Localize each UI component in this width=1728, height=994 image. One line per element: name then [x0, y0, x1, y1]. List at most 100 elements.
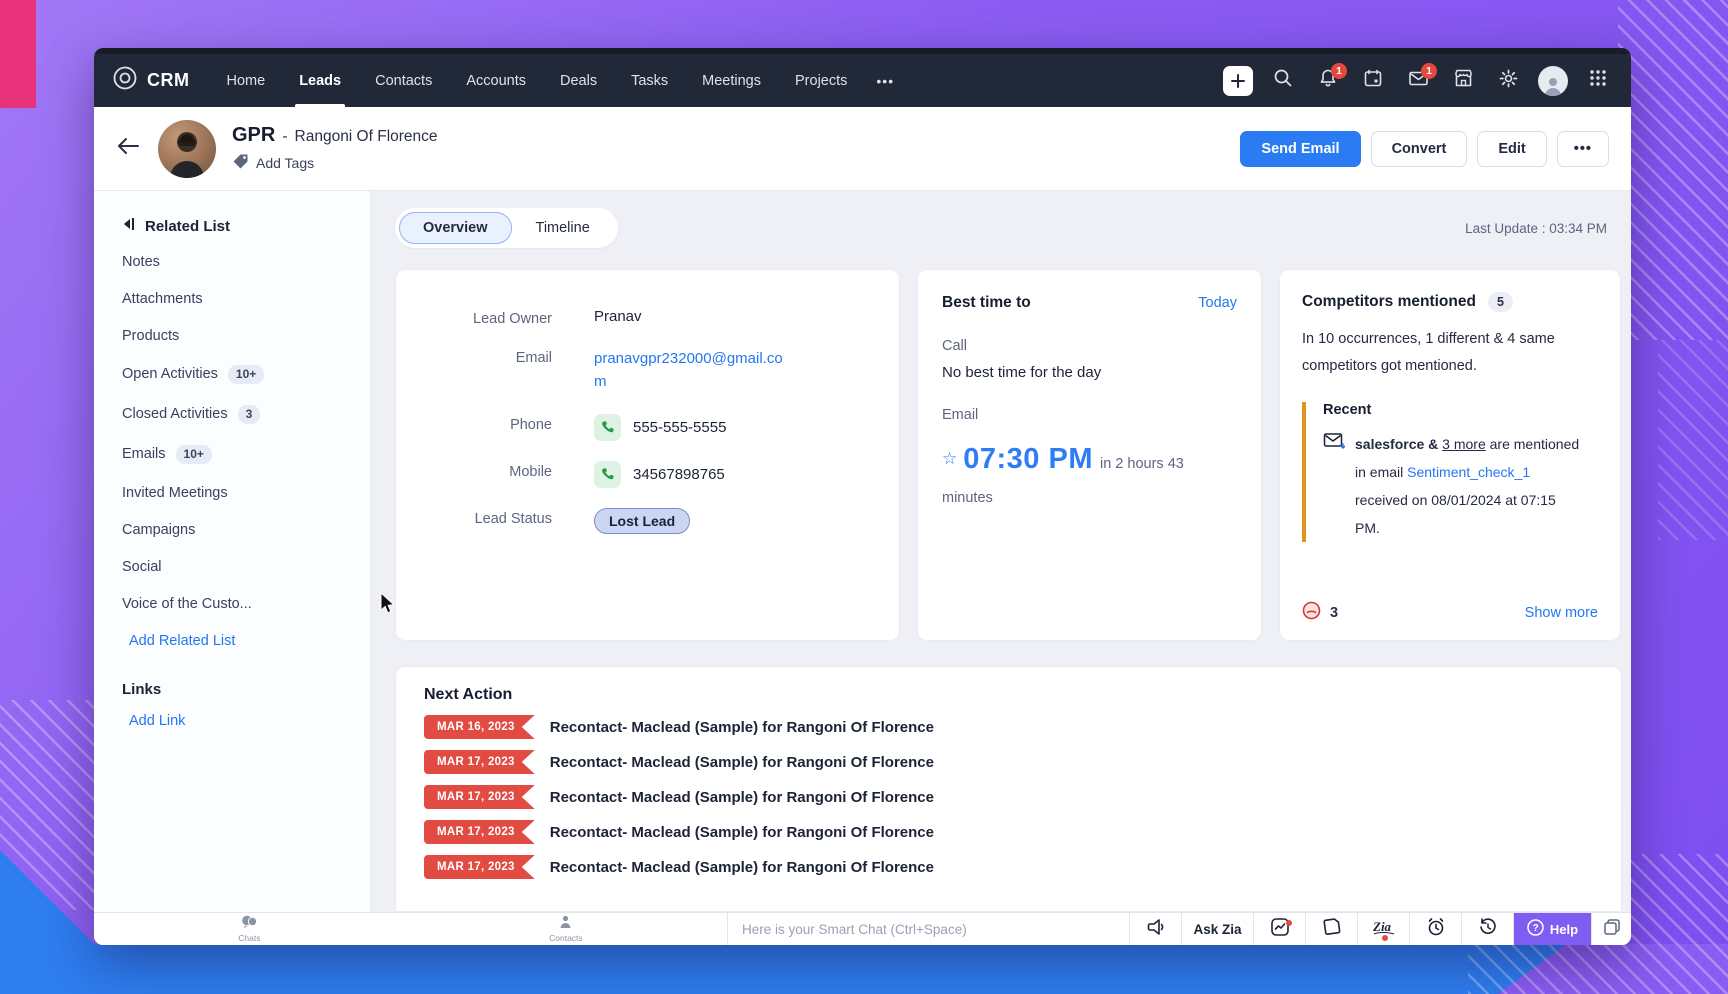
recent-mention-block: Recent salesforce & 3 more are mentioned… — [1302, 402, 1598, 542]
negative-sentiment-counter[interactable]: 3 — [1302, 601, 1338, 624]
sidebar-item-label: Notes — [122, 254, 160, 270]
email-link[interactable]: pranavgpr232000@gmail.com — [594, 347, 784, 394]
field-lead-owner: Lead Owner Pranav — [396, 308, 899, 327]
crm-brand[interactable]: CRM — [112, 54, 190, 107]
sidebar-item-label: Invited Meetings — [122, 485, 228, 501]
next-action-text[interactable]: Recontact- Maclead (Sample) for Rangoni … — [550, 859, 934, 876]
related-list-header: Related List — [122, 211, 356, 243]
nav-item-projects[interactable]: Projects — [778, 54, 864, 107]
more-actions-button[interactable]: ••• — [1557, 131, 1609, 167]
collapse-panel-icon[interactable] — [122, 217, 135, 235]
next-action-row[interactable]: MAR 16, 2023 Recontact- Maclead (Sample)… — [424, 715, 1593, 739]
call-mobile-button[interactable] — [594, 461, 621, 488]
nav-item-accounts[interactable]: Accounts — [449, 54, 543, 107]
mobile-value[interactable]: 34567898765 — [633, 466, 725, 483]
copy-stack-button[interactable] — [1591, 913, 1631, 945]
phone-value[interactable]: 555-555-5555 — [633, 419, 726, 436]
next-action-text[interactable]: Recontact- Maclead (Sample) for Rangoni … — [550, 719, 934, 736]
sidebar-item-campaigns[interactable]: Campaigns — [122, 511, 356, 548]
sidebar-item-voice-of-customer[interactable]: Voice of the Custo... — [122, 585, 356, 622]
settings-button[interactable] — [1489, 62, 1527, 100]
zia-insights-button[interactable] — [1253, 913, 1305, 945]
show-more-link[interactable]: Show more — [1525, 605, 1598, 621]
sidebar-item-label: Campaigns — [122, 522, 195, 538]
call-best-time-value: No best time for the day — [942, 364, 1237, 381]
nav-item-home[interactable]: Home — [210, 54, 283, 107]
reminders-button[interactable] — [1409, 913, 1461, 945]
sidebar-item-products[interactable]: Products — [122, 317, 356, 354]
desktop-background: CRM Home Leads Contacts Accounts Deals T… — [0, 0, 1728, 994]
help-button[interactable]: ? Help — [1513, 913, 1591, 945]
mail-button[interactable]: 1 — [1399, 62, 1437, 100]
add-tags-control[interactable]: Add Tags — [232, 153, 438, 173]
sidebar-item-attachments[interactable]: Attachments — [122, 280, 356, 317]
bottom-smart-chat-bar: Chats Contacts Ask Zia — [94, 912, 1631, 945]
sidebar-item-invited-meetings[interactable]: Invited Meetings — [122, 474, 356, 511]
record-header: GPR - Rangoni Of Florence Add Tags Send … — [94, 107, 1631, 191]
notes-button[interactable] — [1305, 913, 1357, 945]
back-button[interactable] — [116, 136, 140, 161]
chats-shortcut[interactable]: Chats — [238, 915, 260, 943]
sidebar-item-open-activities[interactable]: Open Activities10+ — [122, 354, 356, 394]
send-email-button[interactable]: Send Email — [1240, 131, 1360, 167]
next-action-text[interactable]: Recontact- Maclead (Sample) for Rangoni … — [550, 789, 934, 806]
apps-grid-button[interactable] — [1579, 62, 1617, 100]
mention-text: salesforce & 3 more are mentioned in ema… — [1355, 430, 1583, 542]
tab-timeline[interactable]: Timeline — [512, 212, 614, 244]
next-action-text[interactable]: Recontact- Maclead (Sample) for Rangoni … — [550, 824, 934, 841]
user-avatar — [1538, 66, 1568, 96]
call-phone-button[interactable] — [594, 414, 621, 441]
smart-chat-input[interactable] — [742, 922, 1115, 937]
next-action-text[interactable]: Recontact- Maclead (Sample) for Rangoni … — [550, 754, 934, 771]
mention-email-link[interactable]: Sentiment_check_1 — [1407, 464, 1530, 480]
edit-button[interactable]: Edit — [1477, 131, 1546, 167]
nav-item-meetings[interactable]: Meetings — [685, 54, 778, 107]
contacts-person-icon — [559, 915, 572, 933]
tab-overview[interactable]: Overview — [399, 212, 512, 244]
user-avatar-button[interactable] — [1534, 62, 1572, 100]
next-action-row[interactable]: MAR 17, 2023 Recontact- Maclead (Sample)… — [424, 750, 1593, 774]
history-button[interactable] — [1461, 913, 1513, 945]
calendar-button[interactable] — [1354, 62, 1392, 100]
contacts-shortcut[interactable]: Contacts — [549, 915, 583, 943]
marketplace-button[interactable] — [1444, 62, 1482, 100]
nav-item-leads[interactable]: Leads — [282, 54, 358, 107]
next-action-row[interactable]: MAR 17, 2023 Recontact- Maclead (Sample)… — [424, 820, 1593, 844]
add-link-link[interactable]: Add Link — [122, 702, 356, 739]
store-icon — [1453, 68, 1474, 94]
related-list-title: Related List — [145, 218, 230, 235]
zia-signature-button[interactable]: Zia — [1357, 913, 1409, 945]
sidebar-item-notes[interactable]: Notes — [122, 243, 356, 280]
next-action-row[interactable]: MAR 17, 2023 Recontact- Maclead (Sample)… — [424, 855, 1593, 879]
calendar-icon — [1363, 68, 1383, 93]
sidebar-item-label: Social — [122, 559, 162, 575]
ask-zia-button[interactable]: Ask Zia — [1181, 913, 1253, 945]
nav-item-tasks[interactable]: Tasks — [614, 54, 685, 107]
nav-item-deals[interactable]: Deals — [543, 54, 614, 107]
mention-tail: received on 08/01/2024 at 07:15 PM. — [1355, 492, 1556, 536]
sidebar-item-closed-activities[interactable]: Closed Activities3 — [122, 394, 356, 434]
search-button[interactable] — [1264, 62, 1302, 100]
summary-cards-row: Lead Owner Pranav Email pranavgpr232000@… — [395, 269, 1621, 641]
add-related-list-link[interactable]: Add Related List — [122, 622, 356, 659]
lead-photo[interactable] — [158, 120, 216, 178]
notifications-button[interactable]: 1 — [1309, 62, 1347, 100]
lead-owner-value[interactable]: Pranav — [594, 308, 642, 325]
field-label: Lead Status — [396, 508, 594, 527]
quick-create-button[interactable] — [1219, 62, 1257, 100]
sidebar-item-emails[interactable]: Emails10+ — [122, 434, 356, 474]
next-action-row[interactable]: MAR 17, 2023 Recontact- Maclead (Sample)… — [424, 785, 1593, 809]
nav-overflow-button[interactable]: ••• — [864, 54, 906, 107]
history-icon — [1478, 917, 1498, 942]
announcements-button[interactable] — [1129, 913, 1181, 945]
gear-icon — [1498, 68, 1519, 94]
view-tabs: Overview Timeline — [395, 208, 618, 248]
nav-item-contacts[interactable]: Contacts — [358, 54, 449, 107]
last-update-text: Last Update : 03:34 PM — [1465, 221, 1621, 236]
more-competitors-link[interactable]: 3 more — [1442, 436, 1486, 452]
today-link[interactable]: Today — [1198, 295, 1237, 311]
sidebar-item-social[interactable]: Social — [122, 548, 356, 585]
lead-status-badge[interactable]: Lost Lead — [594, 508, 690, 534]
convert-button[interactable]: Convert — [1371, 131, 1468, 167]
sidebar-item-label: Products — [122, 328, 179, 344]
